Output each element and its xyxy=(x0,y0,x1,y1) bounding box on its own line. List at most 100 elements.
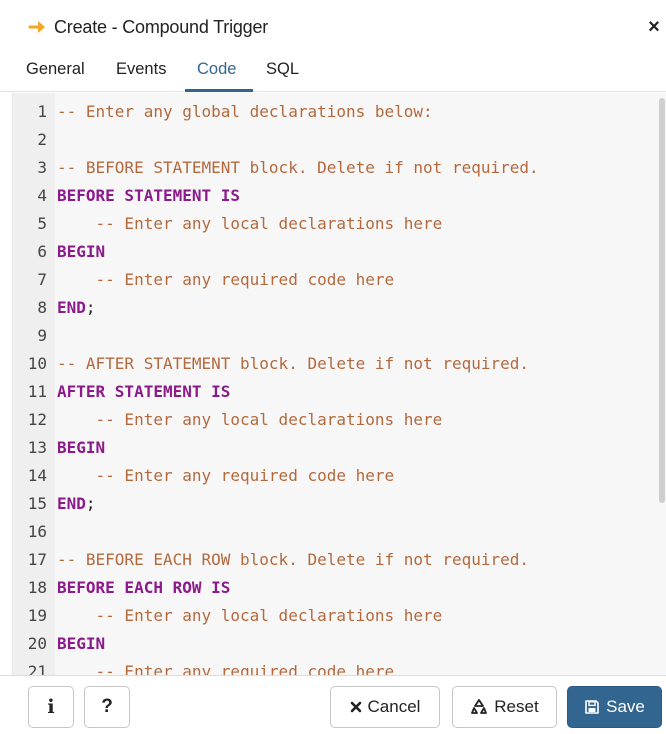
line-number: 18 xyxy=(27,578,47,597)
code-line[interactable]: 2 xyxy=(13,126,653,154)
code-comment: -- Enter any local declarations here xyxy=(95,214,443,233)
save-button[interactable]: Save xyxy=(567,686,662,728)
line-number: 6 xyxy=(37,242,47,261)
code-punctuation: ; xyxy=(85,298,96,317)
code-comment: -- AFTER STATEMENT block. Delete if not … xyxy=(57,354,530,373)
tab-bar: General Events Code SQL xyxy=(0,54,666,92)
reset-label: Reset xyxy=(494,697,539,716)
reset-button[interactable]: Reset xyxy=(452,686,557,728)
line-number: 2 xyxy=(37,130,47,149)
code-text: BEGIN xyxy=(57,238,105,266)
line-number: 9 xyxy=(37,326,47,345)
code-keyword: BEGIN xyxy=(57,634,106,653)
code-comment: -- Enter any local declarations here xyxy=(95,410,443,429)
code-text: BEFORE EACH ROW IS xyxy=(57,574,230,602)
line-number: 13 xyxy=(27,438,47,457)
code-comment: -- Enter any required code here xyxy=(95,662,395,675)
line-number: 4 xyxy=(37,186,47,205)
help-button[interactable]: ? xyxy=(84,686,130,728)
code-keyword: BEGIN xyxy=(57,242,106,261)
code-text: -- Enter any global declarations below: xyxy=(57,98,433,126)
line-number: 5 xyxy=(37,214,47,233)
active-tab-indicator xyxy=(185,89,253,92)
tab-sql[interactable]: SQL xyxy=(266,60,299,79)
cancel-label: Cancel xyxy=(367,697,421,716)
code-line[interactable]: 12 -- Enter any local declarations here xyxy=(13,406,653,434)
code-editor[interactable]: 1 -- Enter any global declarations below:… xyxy=(12,93,666,675)
code-text: -- AFTER STATEMENT block. Delete if not … xyxy=(57,350,529,378)
code-line[interactable]: 5 -- Enter any local declarations here xyxy=(13,210,653,238)
code-line[interactable]: 3 -- BEFORE STATEMENT block. Delete if no… xyxy=(13,154,653,182)
code-line[interactable]: 18 BEFORE EACH ROW IS xyxy=(13,574,653,602)
code-line[interactable]: 21 -- Enter any required code here xyxy=(13,658,653,675)
code-punctuation: ; xyxy=(85,494,96,513)
code-line[interactable]: 10 -- AFTER STATEMENT block. Delete if no… xyxy=(13,350,653,378)
code-comment: -- Enter any global declarations below: xyxy=(57,102,433,121)
code-keyword: BEFORE STATEMENT IS xyxy=(57,186,241,205)
floppy-disk-icon xyxy=(584,699,600,715)
code-line[interactable]: 19 -- Enter any local declarations here xyxy=(13,602,653,630)
code-comment: -- BEFORE STATEMENT block. Delete if not… xyxy=(57,158,539,177)
code-keyword: AFTER STATEMENT IS xyxy=(57,382,231,401)
editor-scrollbar[interactable] xyxy=(659,98,665,503)
line-number: 3 xyxy=(37,158,47,177)
line-number: 21 xyxy=(27,662,47,675)
code-text: BEFORE STATEMENT IS xyxy=(57,182,240,210)
line-number: 20 xyxy=(27,634,47,653)
dialog-titlebar[interactable]: Create - Compound Trigger × xyxy=(0,0,666,54)
code-line[interactable]: 15 END; xyxy=(13,490,653,518)
info-button[interactable]: i xyxy=(28,686,74,728)
code-text: -- Enter any required code here xyxy=(57,266,395,294)
code-line[interactable]: 9 xyxy=(13,322,653,350)
close-icon xyxy=(350,701,362,713)
line-number: 15 xyxy=(27,494,47,513)
code-line[interactable]: 4 BEFORE STATEMENT IS xyxy=(13,182,653,210)
code-comment: -- Enter any local declarations here xyxy=(95,606,443,625)
tab-events[interactable]: Events xyxy=(116,60,166,79)
code-text: -- BEFORE STATEMENT block. Delete if not… xyxy=(57,154,539,182)
code-text: -- Enter any local declarations here xyxy=(57,602,443,630)
code-text: -- Enter any local declarations here xyxy=(57,406,443,434)
line-number: 11 xyxy=(27,382,47,401)
dialog-footer: i ? Cancel Reset Save xyxy=(0,675,666,734)
code-line[interactable]: 14 -- Enter any required code here xyxy=(13,462,653,490)
tab-code[interactable]: Code xyxy=(197,60,236,79)
tab-general[interactable]: General xyxy=(26,60,85,79)
code-text: AFTER STATEMENT IS xyxy=(57,378,230,406)
code-line[interactable]: 20 BEGIN xyxy=(13,630,653,658)
code-keyword: END xyxy=(57,298,86,317)
line-number: 17 xyxy=(27,550,47,569)
cancel-button[interactable]: Cancel xyxy=(330,686,440,728)
code-text: END; xyxy=(57,294,96,322)
code-line[interactable]: 17 -- BEFORE EACH ROW block. Delete if no… xyxy=(13,546,653,574)
code-line[interactable]: 1 -- Enter any global declarations below: xyxy=(13,98,653,126)
help-icon: ? xyxy=(101,696,113,717)
code-keyword: BEGIN xyxy=(57,438,106,457)
code-keyword: END xyxy=(57,494,86,513)
code-line[interactable]: 11 AFTER STATEMENT IS xyxy=(13,378,653,406)
code-text: -- Enter any local declarations here xyxy=(57,210,443,238)
close-button[interactable]: × xyxy=(646,17,662,37)
code-line[interactable]: 8 END; xyxy=(13,294,653,322)
info-icon: i xyxy=(47,696,55,718)
code-text: -- Enter any required code here xyxy=(57,658,395,675)
create-compound-trigger-dialog: Create - Compound Trigger × General Even… xyxy=(0,0,666,734)
recycle-icon xyxy=(470,698,488,716)
code-comment: -- BEFORE EACH ROW block. Delete if not … xyxy=(57,550,530,569)
code-comment: -- Enter any required code here xyxy=(95,466,395,485)
code-line[interactable]: 6 BEGIN xyxy=(13,238,653,266)
code-text: -- BEFORE EACH ROW block. Delete if not … xyxy=(57,546,529,574)
code-keyword: BEFORE EACH ROW IS xyxy=(57,578,231,597)
code-line[interactable]: 13 BEGIN xyxy=(13,434,653,462)
code-line[interactable]: 16 xyxy=(13,518,653,546)
arrow-right-icon xyxy=(28,21,45,33)
code-text: -- Enter any required code here xyxy=(57,462,395,490)
code-line[interactable]: 7 -- Enter any required code here xyxy=(13,266,653,294)
line-number: 19 xyxy=(27,606,47,625)
save-label: Save xyxy=(606,697,645,716)
code-text: END; xyxy=(57,490,96,518)
